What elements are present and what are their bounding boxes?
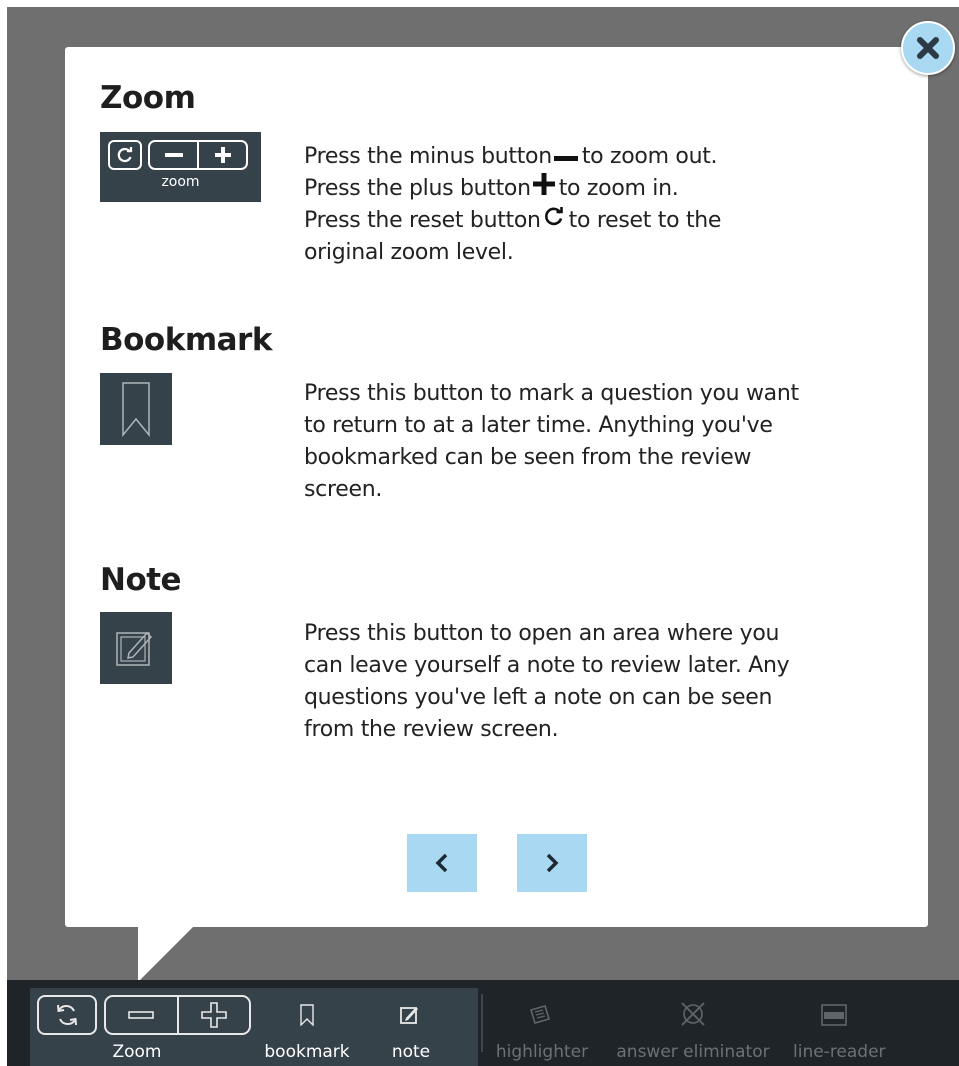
zoom-line3b: to reset to the [568, 208, 722, 233]
note-icon [116, 631, 153, 666]
zoom-reset-icon [108, 140, 142, 170]
zoom-tile: zoom [100, 132, 261, 202]
bookmark-line: Press this button to mark a question you… [304, 381, 799, 406]
bookmark-line: bookmarked can be seen from the review [304, 445, 752, 470]
answer-eliminator-icon [681, 1002, 705, 1026]
plus-icon [214, 147, 231, 163]
reset-icon [543, 205, 565, 237]
next-button[interactable] [517, 834, 587, 892]
bookmark-line: to return to at a later time. Anything y… [304, 413, 773, 438]
note-line: can leave yourself a note to review late… [304, 653, 790, 678]
close-button[interactable] [901, 21, 955, 75]
dialog-pointer [138, 924, 196, 982]
bookmark-description: Press this button to mark a question you… [304, 378, 874, 506]
zoom-buttons [104, 995, 251, 1035]
note-tile [100, 612, 172, 684]
zoom-line1a: Press the minus button [304, 144, 552, 169]
note-description: Press this button to open an area where … [304, 618, 874, 746]
toolbar-separator [481, 994, 483, 1052]
highlighter-label: highlighter [495, 1042, 589, 1062]
note-button[interactable] [395, 1000, 425, 1030]
bookmark-icon [122, 382, 150, 437]
reset-icon [57, 1004, 77, 1026]
bookmark-icon [300, 1004, 314, 1026]
zoom-in-button[interactable] [176, 997, 250, 1033]
zoom-title: Zoom [100, 80, 196, 116]
zoom-out-button[interactable] [106, 997, 177, 1033]
zoom-line2a: Press the plus button [304, 176, 531, 201]
highlighter-icon [529, 1005, 551, 1024]
previous-button[interactable] [407, 834, 477, 892]
zoom-line1b: to zoom out. [581, 144, 718, 169]
bookmark-title: Bookmark [100, 322, 272, 358]
line-reader-label: line-reader [793, 1042, 886, 1062]
zoom-group-icon [148, 140, 248, 170]
plus-icon [532, 173, 555, 205]
bookmark-label: bookmark [264, 1042, 350, 1062]
note-icon [400, 1007, 418, 1024]
highlighter-button[interactable] [525, 1000, 555, 1030]
zoom-tile-label: zoom [161, 174, 200, 190]
line-reader-button[interactable] [819, 1000, 849, 1030]
bookmark-button[interactable] [292, 1000, 322, 1030]
tools-toolbar: Zoom bookmark note highlighter answer el… [7, 980, 959, 1066]
chevron-right-icon [546, 853, 559, 873]
close-icon [917, 37, 939, 59]
chevron-left-icon [435, 853, 448, 873]
answer-eliminator-label: answer eliminator [616, 1042, 770, 1062]
bookmark-tile [100, 373, 172, 445]
bookmark-line: screen. [304, 477, 383, 502]
zoom-line3a: Press the reset button [304, 208, 541, 233]
note-title: Note [100, 562, 182, 598]
note-line: questions you've left a note on can be s… [304, 685, 773, 710]
zoom-label: Zoom [112, 1042, 162, 1062]
plus-icon [200, 1002, 227, 1028]
zoom-reset-button[interactable] [37, 995, 97, 1035]
zoom-line2b: to zoom in. [558, 176, 679, 201]
minus-icon [128, 1011, 155, 1019]
minus-icon [553, 141, 578, 173]
note-line: Press this button to open an area where … [304, 621, 780, 646]
minus-icon [164, 153, 183, 157]
note-label: note [391, 1042, 431, 1062]
note-line: from the review screen. [304, 717, 559, 742]
zoom-description: Press the minus button to zoom out. Press… [304, 141, 874, 269]
answer-eliminator-button[interactable] [676, 998, 710, 1030]
zoom-line4: original zoom level. [304, 240, 514, 265]
line-reader-icon [821, 1004, 847, 1026]
